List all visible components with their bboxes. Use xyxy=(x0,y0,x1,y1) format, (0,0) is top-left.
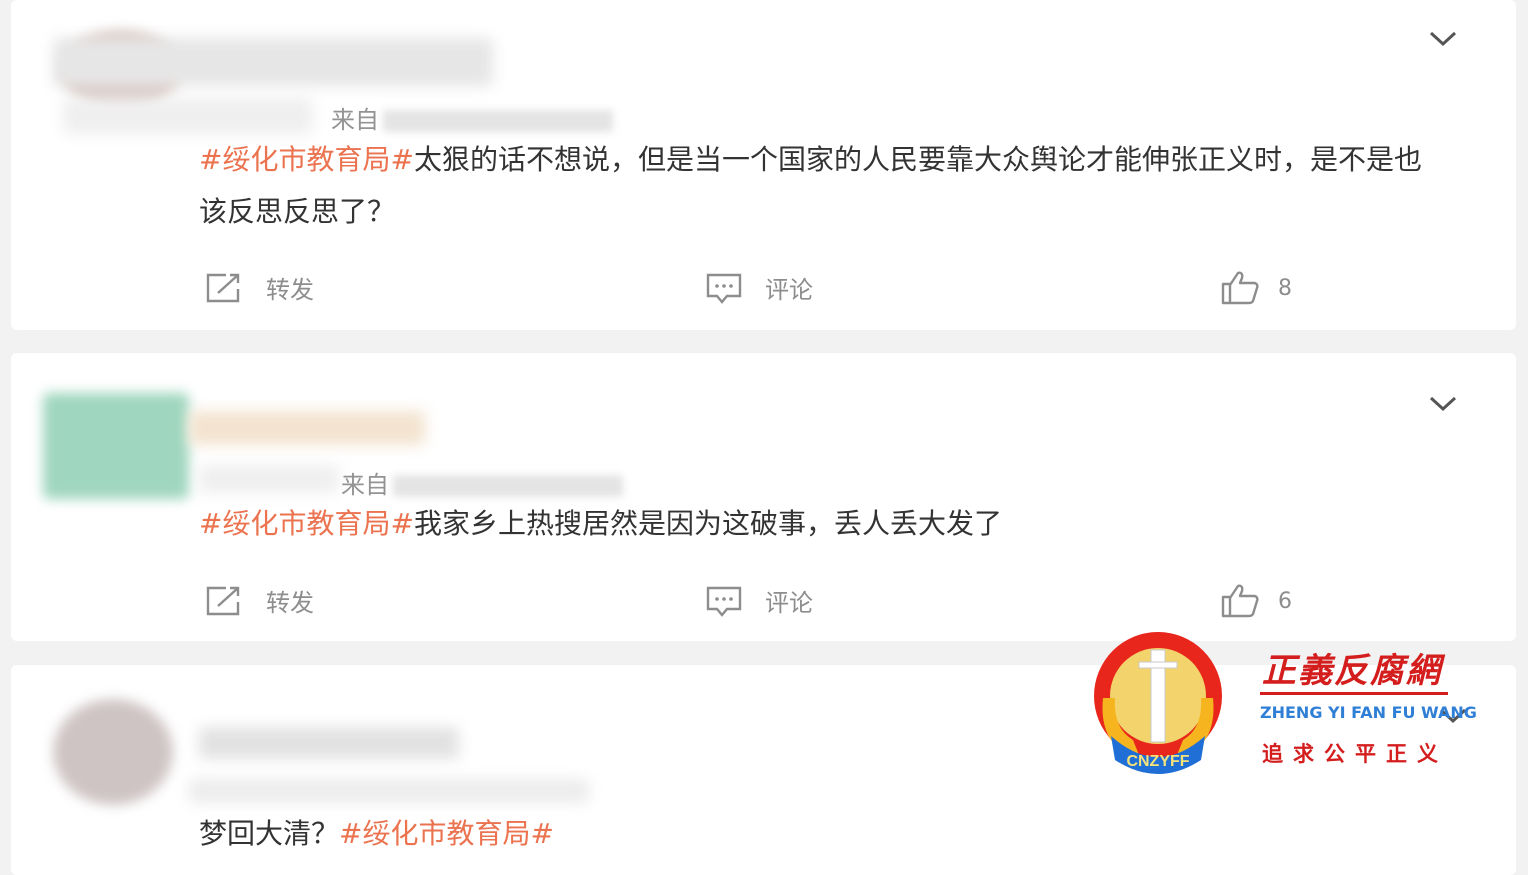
timestamp-redacted xyxy=(199,465,339,493)
like-count: 6 xyxy=(1278,588,1292,614)
comment-button[interactable]: 评论 xyxy=(705,270,813,305)
repost-icon xyxy=(206,586,240,615)
thumbs-up-icon xyxy=(1221,584,1259,618)
chevron-down-icon[interactable] xyxy=(1428,395,1458,413)
emblem-text: CNZYFF xyxy=(1126,753,1189,770)
hashtag-link[interactable]: #绥化市教育局# xyxy=(199,507,414,540)
username-redacted[interactable] xyxy=(53,38,493,86)
watermark-divider xyxy=(1260,692,1448,695)
comment-icon xyxy=(706,586,742,617)
post-card: 来自 #绥化市教育局#我家乡上热搜居然是因为这破事，丢人丢大发了 转发 评论 6 xyxy=(11,353,1516,641)
repost-button[interactable]: 转发 xyxy=(204,270,314,305)
post-card: 梦回大清？#绥化市教育局# xyxy=(11,665,1516,875)
timestamp-redacted xyxy=(189,779,589,803)
post-card: 来自 #绥化市教育局#太狠的话不想说，但是当一个国家的人民要靠大众舆论才能伸张正… xyxy=(11,0,1516,330)
post-text: #绥化市教育局#我家乡上热搜居然是因为这破事，丢人丢大发了 xyxy=(199,507,1002,540)
avatar[interactable] xyxy=(43,393,189,499)
watermark-slogan: 追求公平正义 xyxy=(1262,742,1448,766)
username-redacted[interactable] xyxy=(189,411,425,445)
like-button[interactable]: 6 xyxy=(1220,583,1292,619)
like-button[interactable]: 8 xyxy=(1220,270,1292,306)
comment-icon xyxy=(706,273,742,304)
repost-button[interactable]: 转发 xyxy=(204,583,314,618)
watermark-title: 正義反腐網 xyxy=(1262,651,1442,691)
post-source: 来自 xyxy=(331,100,613,135)
username-redacted[interactable] xyxy=(199,727,459,759)
hashtag-link[interactable]: #绥化市教育局# xyxy=(339,817,554,850)
hashtag-link[interactable]: #绥化市教育局# xyxy=(199,143,414,176)
watermark-pinyin: ZHENG YI FAN FU WANG xyxy=(1260,703,1477,722)
avatar[interactable] xyxy=(53,699,173,805)
comment-button[interactable]: 评论 xyxy=(705,583,813,618)
post-text: #绥化市教育局#太狠的话不想说，但是当一个国家的人民要靠大众舆论才能伸张正义时，… xyxy=(199,143,1422,228)
emblem-logo: CNZYFF xyxy=(1094,632,1222,774)
thumbs-up-icon xyxy=(1221,271,1259,305)
timestamp-redacted xyxy=(63,98,313,134)
repost-icon xyxy=(206,273,240,302)
post-source: 来自 xyxy=(341,465,623,500)
like-count: 8 xyxy=(1278,275,1292,301)
chevron-down-icon[interactable] xyxy=(1428,30,1458,48)
post-text: 梦回大清？#绥化市教育局# xyxy=(199,817,554,850)
